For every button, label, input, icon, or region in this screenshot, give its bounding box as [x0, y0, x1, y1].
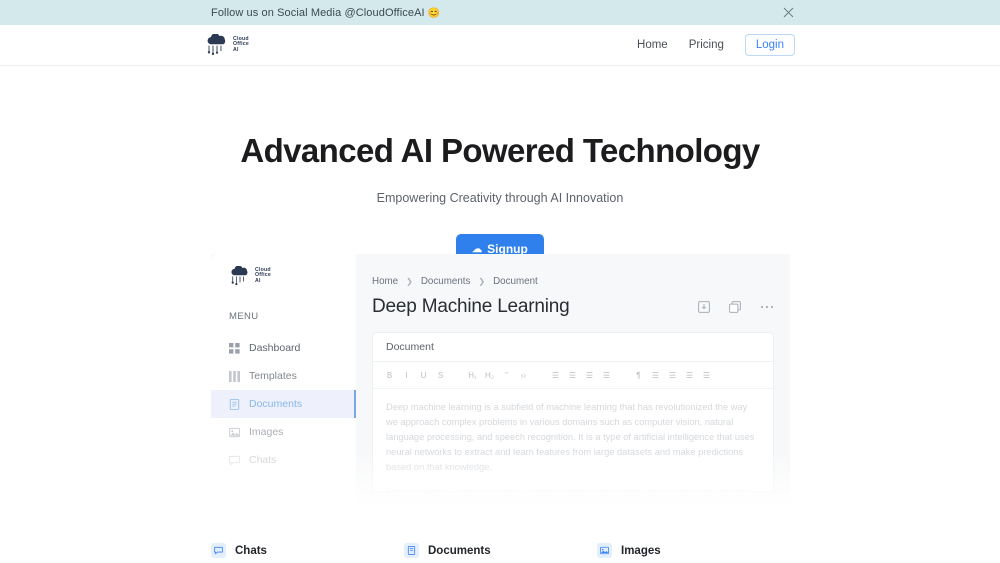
- feature-label-documents: Documents: [428, 544, 491, 557]
- blockquote-icon[interactable]: ”: [500, 369, 513, 382]
- app-sidebar: Cloud Office AI MENU Dashboard Templates: [211, 254, 356, 520]
- indent-icon[interactable]: ☰: [600, 369, 613, 382]
- breadcrumb-documents[interactable]: Documents: [421, 276, 471, 287]
- app-brand-wordmark: Cloud Office AI: [255, 267, 271, 284]
- heading-2-icon[interactable]: H₂: [483, 369, 496, 382]
- document-icon: [229, 398, 240, 410]
- announcement-banner: Follow us on Social Media @CloudOfficeAI…: [0, 0, 1000, 25]
- direction-icon[interactable]: ¶: [632, 369, 645, 382]
- document-paragraph-2: The term “deep” in deep machine learning…: [386, 485, 760, 491]
- ordered-list-icon[interactable]: ☰: [549, 369, 562, 382]
- document-paragraph-1: Deep machine learning is a subfield of m…: [386, 402, 755, 473]
- editor-body[interactable]: Deep machine learning is a subfield of m…: [373, 389, 773, 491]
- sidebar-label-dashboard: Dashboard: [249, 342, 301, 354]
- editor-card: Document B I U S H₁ H₂ ” ‹› ☰ ☰ ☰ ☰ ¶ ☰ …: [372, 332, 774, 492]
- outdent-icon[interactable]: ☰: [583, 369, 596, 382]
- feature-images[interactable]: Images: [597, 543, 790, 558]
- nav-home[interactable]: Home: [637, 39, 668, 51]
- strikethrough-icon[interactable]: S: [434, 369, 447, 382]
- hero-section: Advanced AI Powered Technology Empowerin…: [0, 66, 1000, 264]
- close-icon[interactable]: [781, 6, 795, 20]
- grid-icon: [229, 342, 240, 354]
- brand-line-3: AI: [233, 46, 239, 53]
- bullet-list-icon[interactable]: ☰: [566, 369, 579, 382]
- nav-pricing[interactable]: Pricing: [689, 39, 724, 51]
- announcement-message: Follow us on Social Media @CloudOfficeAI: [211, 6, 425, 19]
- align-center-icon[interactable]: ☰: [666, 369, 679, 382]
- document-header: Deep Machine Learning: [372, 296, 774, 318]
- feature-documents[interactable]: Documents: [404, 543, 597, 558]
- save-icon[interactable]: [698, 301, 710, 313]
- breadcrumb-document: Document: [493, 276, 538, 287]
- italic-icon[interactable]: I: [400, 369, 413, 382]
- underline-icon[interactable]: U: [417, 369, 430, 382]
- sidebar-item-templates[interactable]: Templates: [211, 362, 356, 390]
- document-title: Deep Machine Learning: [372, 296, 570, 317]
- feature-chats[interactable]: Chats: [211, 543, 404, 558]
- document-icon: [404, 543, 419, 558]
- sidebar-item-dashboard[interactable]: Dashboard: [211, 334, 356, 362]
- feature-label-chats: Chats: [235, 544, 267, 557]
- image-icon: [597, 543, 612, 558]
- align-left-icon[interactable]: ☰: [649, 369, 662, 382]
- app-brand-line-3: AI: [255, 277, 261, 284]
- columns-icon: [229, 370, 240, 382]
- image-icon: [228, 427, 241, 438]
- smiley-emoji-icon: 😊: [427, 7, 441, 19]
- sidebar-item-chats[interactable]: Chats: [211, 446, 356, 474]
- sidebar-item-images[interactable]: Images: [211, 418, 356, 446]
- copy-icon[interactable]: [729, 301, 741, 313]
- breadcrumb-home[interactable]: Home: [372, 276, 398, 287]
- chat-icon: [211, 543, 226, 558]
- brand-wordmark: Cloud Office AI: [233, 36, 249, 53]
- site-header: Cloud Office AI Home Pricing Login: [0, 25, 1000, 66]
- align-right-icon[interactable]: ☰: [683, 369, 696, 382]
- brand-logo[interactable]: Cloud Office AI: [205, 33, 249, 56]
- breadcrumb: Home ❯ Documents ❯ Document: [372, 276, 774, 287]
- bold-icon[interactable]: B: [383, 369, 396, 382]
- tab-document[interactable]: Document: [373, 333, 773, 362]
- align-justify-icon[interactable]: ☰: [700, 369, 713, 382]
- menu-section-label: MENU: [229, 311, 259, 322]
- heading-1-icon[interactable]: H₁: [466, 369, 479, 382]
- chevron-right-icon: ❯: [478, 277, 486, 286]
- page-title: Advanced AI Powered Technology: [240, 132, 760, 169]
- app-preview: Cloud Office AI MENU Dashboard Templates: [211, 254, 790, 520]
- announcement-text: Follow us on Social Media @CloudOfficeAI…: [211, 7, 440, 19]
- feature-label-images: Images: [621, 544, 661, 557]
- sidebar-label-images: Images: [249, 426, 284, 438]
- chevron-right-icon: ❯: [406, 277, 413, 286]
- cloud-logo-icon: [229, 265, 251, 286]
- editor-toolbar: B I U S H₁ H₂ ” ‹› ☰ ☰ ☰ ☰ ¶ ☰ ☰ ☰ ☰: [373, 362, 773, 389]
- sidebar-label-chats: Chats: [249, 454, 277, 466]
- chat-icon: [229, 455, 240, 466]
- feature-row: Chats Documents Images: [211, 543, 790, 558]
- code-icon[interactable]: ‹›: [517, 369, 530, 382]
- sidebar-item-documents[interactable]: Documents: [211, 390, 356, 418]
- app-main-content: Home ❯ Documents ❯ Document Deep Machine…: [356, 254, 790, 520]
- sidebar-label-documents: Documents: [249, 398, 303, 410]
- cloud-icon: ☁: [472, 243, 483, 255]
- main-navigation: Home Pricing Login: [637, 34, 795, 56]
- login-button[interactable]: Login: [744, 34, 795, 56]
- sidebar-label-templates: Templates: [249, 370, 297, 382]
- hero-subtitle: Empowering Creativity through AI Innovat…: [376, 191, 624, 205]
- app-brand-logo[interactable]: Cloud Office AI: [211, 265, 356, 286]
- cloud-logo-icon: [205, 33, 229, 56]
- document-actions: [698, 301, 774, 313]
- more-options-icon[interactable]: [760, 305, 774, 309]
